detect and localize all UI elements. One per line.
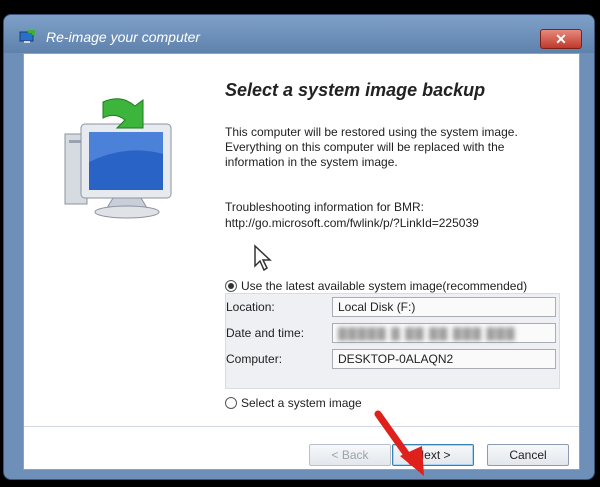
blurred-date-placeholder: ▓▓▓▓▓ ▓ ▓▓ ▓▓ ▓▓▓ ▓▓▓ <box>338 326 516 340</box>
page-title: Select a system image backup <box>225 80 486 100</box>
radio-select-image[interactable]: Select a system image <box>225 396 362 410</box>
restore-description: This computer will be restored using the… <box>225 125 518 169</box>
dialog-window: Re-image your computer ✕ Select a system… <box>3 14 595 480</box>
bmr-info-link[interactable]: http://go.microsoft.com/fwlink/p/?LinkId… <box>225 216 479 230</box>
computer-label: Computer: <box>226 352 283 366</box>
date-time-field: ▓▓▓▓▓ ▓ ▓▓ ▓▓ ▓▓▓ ▓▓▓ <box>332 323 556 343</box>
mouse-cursor-icon <box>254 244 272 272</box>
title-bar[interactable]: Re-image your computer ✕ <box>4 15 594 53</box>
computer-restore-icon <box>64 98 172 219</box>
radio-button-latest[interactable] <box>225 280 237 292</box>
radio-button-select[interactable] <box>225 397 237 409</box>
cancel-button[interactable]: Cancel <box>487 444 569 466</box>
location-field: Local Disk (F:) <box>332 297 556 317</box>
system-image-icon <box>19 30 35 43</box>
close-icon: ✕ <box>555 31 567 47</box>
radio-latest-label: Use the latest available system image(re… <box>241 279 528 293</box>
bmr-info-label: Troubleshooting information for BMR: <box>225 200 424 214</box>
location-label: Location: <box>226 300 275 314</box>
date-time-label: Date and time: <box>226 326 305 340</box>
window-title: Re-image your computer <box>46 29 201 45</box>
annotation-arrow-icon <box>374 410 424 476</box>
footer-divider <box>24 426 579 427</box>
radio-select-label: Select a system image <box>241 396 362 410</box>
dialog-content: Select a system image backup This comput… <box>23 53 580 476</box>
close-button[interactable]: ✕ <box>540 29 582 49</box>
radio-latest-image[interactable]: Use the latest available system image(re… <box>225 279 527 293</box>
computer-field: DESKTOP-0ALAQN2 <box>332 349 556 369</box>
